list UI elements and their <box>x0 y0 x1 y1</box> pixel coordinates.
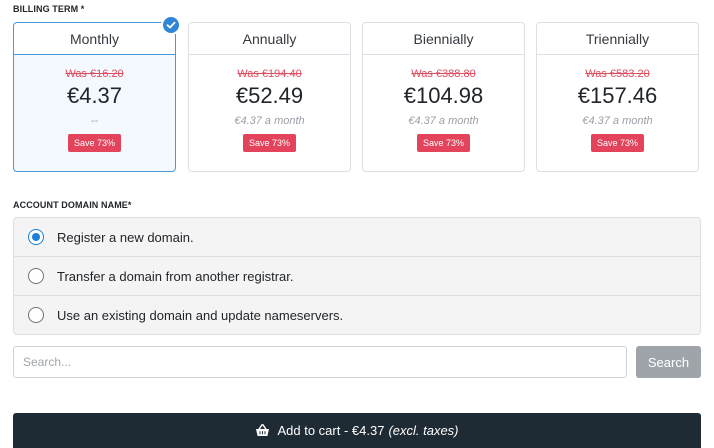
term-name: Monthly <box>14 23 175 55</box>
billing-term-options: Monthly Was €16.20 €4.37 -- Save 73% Ann… <box>13 15 701 174</box>
term-was-price: Was €388.80 <box>411 68 476 80</box>
term-monthly-price: €4.37 a month <box>582 115 653 127</box>
radio-button-checked[interactable] <box>28 229 44 245</box>
term-name: Annually <box>189 23 350 55</box>
billing-term-label: BILLING TERM * <box>13 4 85 14</box>
term-monthly-price: €4.37 a month <box>408 115 479 127</box>
term-card-annually[interactable]: Annually Was €194.40 €52.49 €4.37 a mont… <box>188 22 351 172</box>
save-badge: Save 73% <box>242 134 297 152</box>
domain-options: Register a new domain. Transfer a domain… <box>13 217 701 335</box>
radio-button[interactable] <box>28 268 44 284</box>
domain-option-label: Transfer a domain from another registrar… <box>57 268 294 284</box>
term-name: Biennially <box>363 23 524 55</box>
term-card-triennially[interactable]: Triennially Was €583.20 €157.46 €4.37 a … <box>536 22 699 172</box>
add-to-cart-button[interactable]: Add to cart - €4.37 (excl. taxes) <box>13 413 701 448</box>
term-was-price: Was €16.20 <box>65 68 124 80</box>
search-button[interactable]: Search <box>636 346 701 378</box>
domain-option-register[interactable]: Register a new domain. <box>14 218 700 257</box>
term-monthly-price: €4.37 a month <box>234 115 305 127</box>
term-name: Triennially <box>537 23 698 55</box>
domain-search-input[interactable] <box>13 346 627 378</box>
domain-option-label: Use an existing domain and update namese… <box>57 307 344 323</box>
selected-check-icon <box>161 15 181 35</box>
domain-option-transfer[interactable]: Transfer a domain from another registrar… <box>14 257 700 296</box>
basket-icon <box>255 424 270 437</box>
domain-option-label: Register a new domain. <box>57 229 194 245</box>
tax-note: (excl. taxes) <box>388 423 459 438</box>
save-badge: Save 73% <box>416 134 471 152</box>
term-price: €104.98 <box>403 83 484 108</box>
radio-button[interactable] <box>28 307 44 323</box>
term-card-monthly[interactable]: Monthly Was €16.20 €4.37 -- Save 73% <box>13 15 181 172</box>
term-was-price: Was €583.20 <box>585 68 650 80</box>
term-price: €52.49 <box>235 83 304 108</box>
term-card-biennially[interactable]: Biennially Was €388.80 €104.98 €4.37 a m… <box>362 22 525 172</box>
term-was-price: Was €194.40 <box>237 68 302 80</box>
domain-option-existing[interactable]: Use an existing domain and update namese… <box>14 296 700 334</box>
save-badge: Save 73% <box>67 134 122 152</box>
save-badge: Save 73% <box>590 134 645 152</box>
account-domain-label: ACCOUNT DOMAIN NAME* <box>13 200 132 210</box>
term-price: €4.37 <box>66 83 123 108</box>
add-to-cart-label: Add to cart - €4.37 <box>277 423 385 438</box>
term-monthly-price: -- <box>90 115 99 127</box>
term-price: €157.46 <box>577 83 658 108</box>
